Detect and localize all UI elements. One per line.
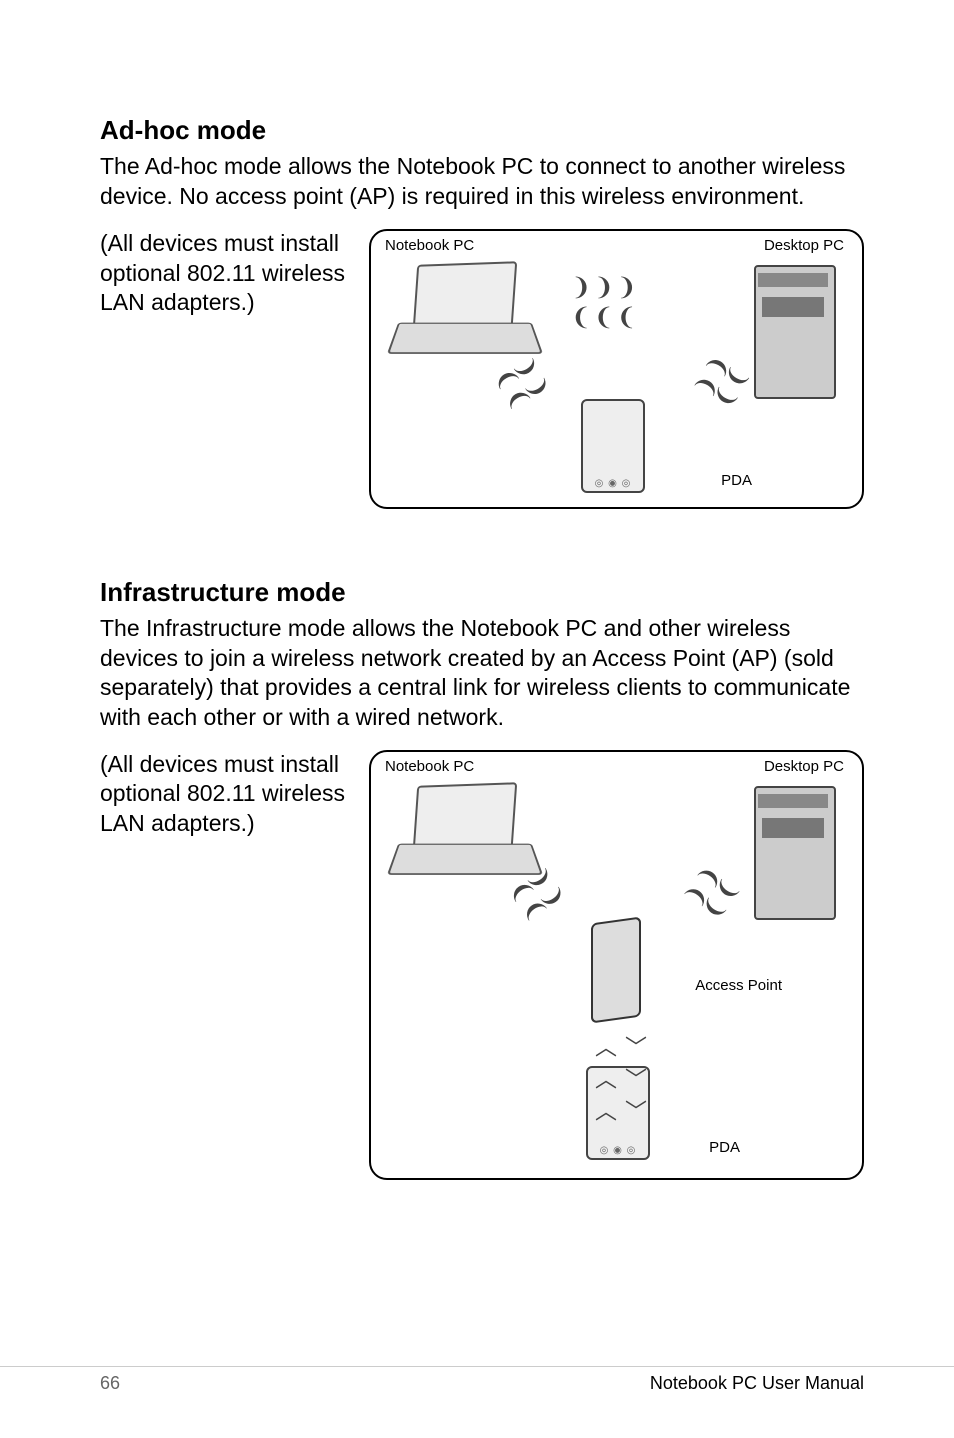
arrow-icon: ﹀﹀﹀	[625, 1030, 647, 1126]
label-desktop: Desktop PC	[764, 758, 844, 775]
adhoc-title: Ad-hoc mode	[100, 115, 864, 146]
wave-icon: ❩ ❩ ❩	[571, 277, 635, 299]
label-notebook: Notebook PC	[385, 758, 474, 775]
desktop-icon	[754, 786, 836, 920]
desktop-icon	[754, 265, 836, 399]
adhoc-note: (All devices must install optional 802.1…	[100, 229, 355, 317]
infra-note: (All devices must install optional 802.1…	[100, 750, 355, 838]
page-footer: 66 Notebook PC User Manual	[0, 1366, 954, 1394]
infra-diagram: Notebook PC Desktop PC Access Point PDA …	[369, 750, 864, 1180]
wave-icon: ❩ ❩❨ ❨	[693, 354, 751, 411]
laptop-icon	[393, 784, 533, 884]
manual-title: Notebook PC User Manual	[650, 1373, 864, 1394]
label-desktop: Desktop PC	[764, 237, 844, 254]
wave-icon: ❨ ❨ ❨	[571, 307, 635, 329]
label-ap: Access Point	[695, 977, 782, 994]
arrow-icon: ︿︿︿	[595, 1030, 617, 1126]
infra-text: The Infrastructure mode allows the Noteb…	[100, 614, 864, 732]
label-pda: PDA	[709, 1139, 740, 1156]
wave-icon: ❩ ❩❨ ❨	[682, 864, 741, 922]
access-point-icon	[591, 916, 641, 1023]
adhoc-text: The Ad-hoc mode allows the Notebook PC t…	[100, 152, 864, 211]
infra-title: Infrastructure mode	[100, 577, 864, 608]
pda-icon	[581, 399, 645, 493]
laptop-icon	[393, 263, 533, 363]
page-number: 66	[100, 1373, 120, 1394]
label-notebook: Notebook PC	[385, 237, 474, 254]
adhoc-diagram: Notebook PC Desktop PC PDA ❩ ❩ ❩ ❨ ❨ ❨ ❩…	[369, 229, 864, 509]
label-pda: PDA	[721, 472, 752, 489]
